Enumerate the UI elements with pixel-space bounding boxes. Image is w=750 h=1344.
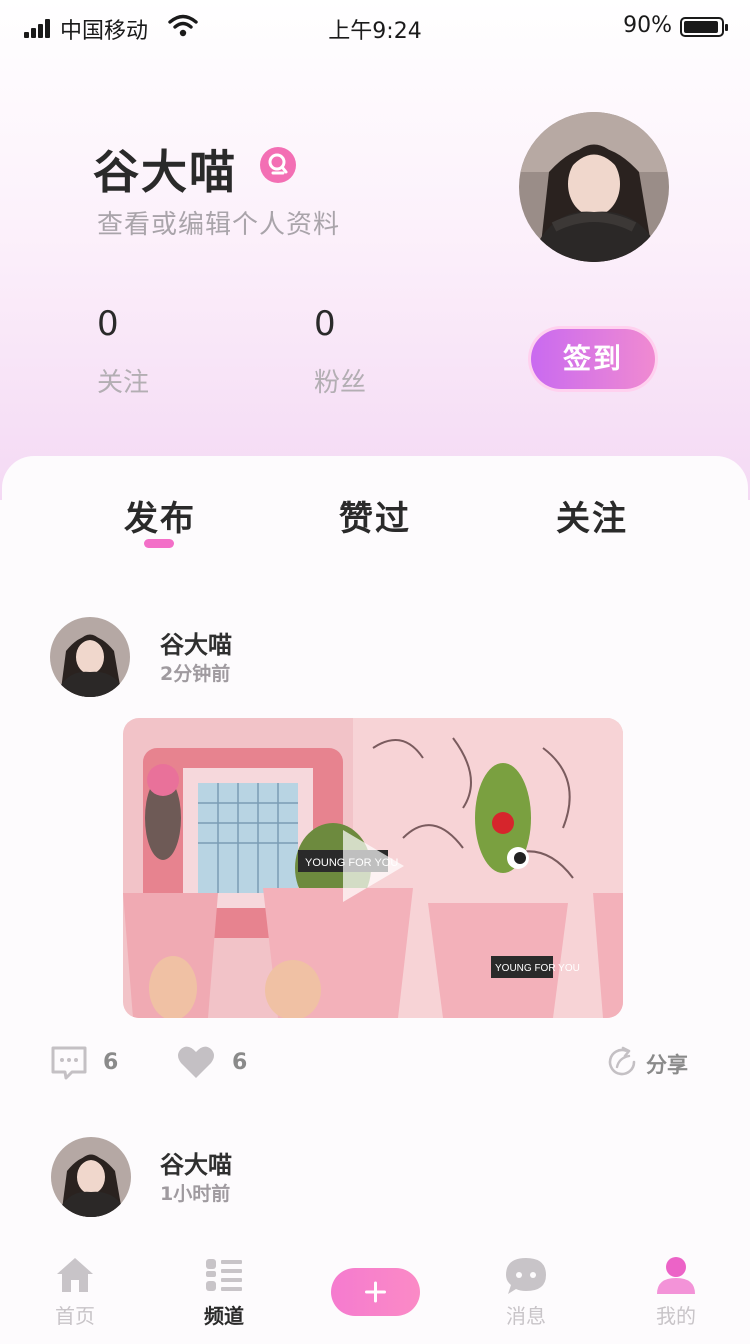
followers-label[interactable]: 粉丝	[314, 362, 366, 399]
avatar[interactable]	[519, 112, 669, 262]
profile-icon	[657, 1257, 695, 1294]
share-button[interactable]: 分享	[646, 1049, 688, 1079]
post-author-avatar[interactable]	[51, 1137, 131, 1217]
svg-text:YOUNG FOR YOU: YOUNG FOR YOU	[495, 963, 580, 974]
post-author-avatar[interactable]	[50, 617, 130, 697]
post-author-name[interactable]: 谷大喵	[160, 625, 232, 660]
channel-list-icon	[206, 1259, 242, 1291]
followers-count[interactable]: 0	[314, 304, 336, 344]
nav-profile-label: 我的	[656, 1304, 696, 1328]
following-count[interactable]: 0	[97, 304, 119, 344]
profile-header-background	[0, 0, 750, 500]
nav-messages-label: 消息	[506, 1304, 546, 1328]
post-timestamp: 2分钟前	[160, 663, 231, 685]
add-post-button[interactable]	[331, 1268, 420, 1316]
active-tab-indicator	[144, 539, 174, 548]
comment-icon[interactable]	[50, 1045, 88, 1081]
tab-posts[interactable]: 发布	[124, 491, 196, 540]
following-label[interactable]: 关注	[97, 362, 149, 399]
tab-liked[interactable]: 赞过	[339, 491, 411, 540]
female-icon	[260, 147, 296, 183]
like-icon[interactable]	[176, 1044, 216, 1080]
nav-messages[interactable]: 消息	[476, 1256, 576, 1336]
play-icon[interactable]	[338, 826, 408, 906]
nav-channel-label: 频道	[204, 1304, 244, 1328]
profile-name: 谷大喵	[93, 145, 237, 199]
checkin-button[interactable]: 签到	[531, 329, 655, 389]
add-icon	[365, 1281, 386, 1303]
home-icon	[57, 1258, 93, 1292]
nav-profile[interactable]: 我的	[626, 1256, 726, 1336]
status-bar: 中国移动 上午9:24 90%	[0, 0, 750, 56]
edit-profile-link[interactable]: 查看或编辑个人资料	[97, 204, 340, 241]
nav-channel[interactable]: 频道	[174, 1256, 274, 1336]
post-author-name[interactable]: 谷大喵	[160, 1145, 232, 1180]
nav-home-label: 首页	[55, 1304, 95, 1328]
share-icon[interactable]	[606, 1046, 638, 1078]
message-icon	[506, 1258, 546, 1294]
battery-icon	[680, 17, 728, 37]
battery-percent: 90%	[623, 13, 672, 38]
comment-count: 6	[103, 1050, 119, 1075]
nav-home[interactable]: 首页	[25, 1256, 125, 1336]
like-count: 6	[232, 1050, 248, 1075]
post-timestamp: 1小时前	[160, 1183, 231, 1205]
tab-following[interactable]: 关注	[556, 491, 628, 540]
